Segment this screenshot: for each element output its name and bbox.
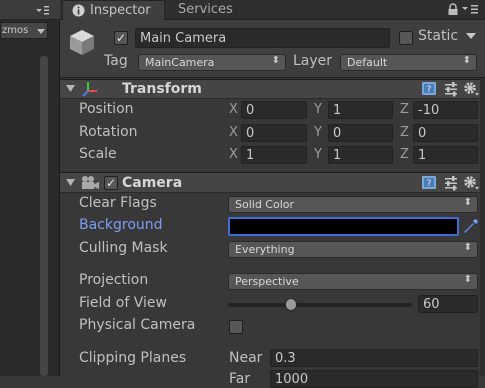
position-z-input[interactable]: [413, 101, 478, 119]
position-y-input[interactable]: [328, 101, 393, 119]
clear-flags-label: Clear Flags: [79, 195, 157, 211]
far-label: Far: [229, 371, 251, 387]
scale-z-input[interactable]: [413, 146, 478, 164]
svg-text:?: ?: [427, 179, 432, 189]
axis-x-label: X: [229, 102, 238, 117]
updown-icon: ⬍: [463, 242, 472, 253]
updown-icon: ⬍: [462, 55, 471, 66]
near-input[interactable]: [270, 349, 478, 367]
axis-y-label: Y: [314, 102, 322, 117]
presets-sliders-icon[interactable]: [443, 175, 459, 191]
layer-value: Default: [347, 56, 388, 69]
rotation-label: Rotation: [79, 124, 138, 140]
camera-title: Camera: [122, 175, 183, 191]
camera-icon: [82, 176, 99, 189]
projection-label: Projection: [79, 272, 149, 288]
gizmos-dropdown[interactable]: zmos: [0, 22, 48, 39]
fov-slider-thumb[interactable]: [284, 298, 297, 311]
axis-y-label: Y: [314, 147, 322, 162]
info-icon: [72, 4, 85, 17]
svg-text:?: ?: [427, 85, 432, 95]
clipping-planes-label: Clipping Planes: [79, 350, 187, 366]
camera-enabled-checkbox[interactable]: ✓: [104, 176, 118, 190]
position-x-input[interactable]: [241, 101, 307, 119]
tab-services-label: Services: [178, 2, 233, 17]
position-label: Position: [79, 101, 134, 117]
far-input[interactable]: [270, 370, 478, 388]
culling-mask-dropdown[interactable]: Everything ⬍: [228, 241, 478, 258]
layer-label: Layer: [293, 53, 333, 69]
help-book-icon[interactable]: ?: [421, 175, 437, 190]
tab-services[interactable]: Services: [168, 0, 248, 20]
tab-inspector[interactable]: Inspector: [62, 0, 165, 20]
physical-camera-checkbox[interactable]: [229, 320, 243, 334]
rotation-x-input[interactable]: [241, 124, 307, 142]
scale-x-input[interactable]: [241, 146, 307, 164]
gear-icon[interactable]: [463, 80, 480, 97]
fov-slider-track[interactable]: [228, 303, 412, 307]
projection-value: Perspective: [235, 275, 299, 288]
tab-menu-icon[interactable]: [461, 4, 479, 14]
fov-input[interactable]: [418, 295, 478, 313]
updown-icon: ⬍: [463, 197, 472, 208]
eyedropper-icon[interactable]: [462, 218, 479, 235]
physical-camera-label: Physical Camera: [79, 317, 196, 333]
scene-scrollbar[interactable]: [40, 56, 48, 376]
near-label: Near: [229, 350, 263, 366]
gizmos-label: zmos: [2, 25, 29, 36]
foldout-arrow-icon[interactable]: [66, 85, 75, 93]
tag-dropdown[interactable]: MainCamera ⬍: [138, 54, 286, 71]
presets-sliders-icon[interactable]: [443, 81, 459, 97]
projection-dropdown[interactable]: Perspective ⬍: [228, 273, 478, 290]
updown-icon: ⬍: [271, 55, 280, 66]
static-checkbox[interactable]: [399, 31, 413, 45]
transform-axes-icon: [82, 82, 97, 97]
foldout-arrow-icon[interactable]: [66, 179, 75, 187]
culling-mask-label: Culling Mask: [79, 240, 168, 256]
transform-title: Transform: [122, 81, 202, 97]
gear-icon[interactable]: [463, 174, 480, 191]
axis-z-label: Z: [400, 147, 409, 162]
background-color-field[interactable]: [228, 217, 459, 236]
tag-label: Tag: [104, 53, 128, 69]
axis-z-label: Z: [400, 125, 409, 140]
axis-x-label: X: [229, 125, 238, 140]
tab-inspector-label: Inspector: [90, 3, 151, 18]
fov-label: Field of View: [79, 295, 167, 311]
tag-value: MainCamera: [145, 56, 215, 69]
scale-label: Scale: [79, 146, 117, 162]
axis-x-label: X: [229, 147, 238, 162]
static-label: Static: [418, 28, 459, 44]
scene-panel-toolbar: [0, 0, 60, 20]
inspector-scrollbar[interactable]: [480, 78, 485, 376]
rotation-y-input[interactable]: [328, 124, 393, 142]
rotation-z-input[interactable]: [413, 124, 478, 142]
clear-flags-value: Solid Color: [235, 198, 295, 211]
help-book-icon[interactable]: ?: [421, 81, 437, 96]
layer-dropdown[interactable]: Default ⬍: [340, 54, 477, 71]
active-checkbox[interactable]: ✓: [114, 31, 128, 45]
background-label: Background: [79, 217, 163, 233]
static-dropdown-icon[interactable]: [466, 33, 476, 40]
chevron-down-icon: [37, 29, 45, 34]
lock-icon[interactable]: [447, 3, 459, 16]
scale-y-input[interactable]: [328, 146, 393, 164]
scene-panel: [0, 0, 60, 376]
menu-icon[interactable]: [34, 5, 50, 15]
cube-icon: [70, 30, 94, 55]
axis-y-label: Y: [314, 125, 322, 140]
clear-flags-dropdown[interactable]: Solid Color ⬍: [228, 196, 478, 213]
object-name-input[interactable]: [135, 28, 390, 48]
axis-z-label: Z: [400, 102, 409, 117]
updown-icon: ⬍: [463, 274, 472, 285]
culling-mask-value: Everything: [235, 243, 295, 256]
